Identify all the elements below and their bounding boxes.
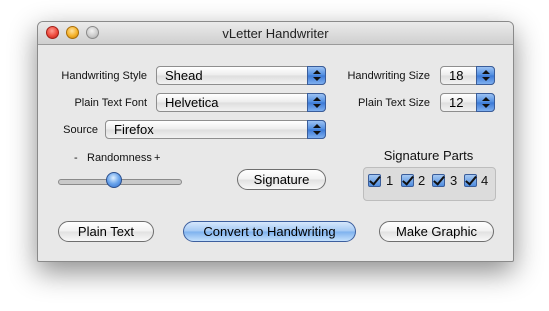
plain-text-size-popup[interactable]: 12: [440, 93, 495, 112]
randomness-slider-knob[interactable]: [105, 172, 122, 188]
signature-part-3-label: 3: [450, 173, 458, 188]
window-title: vLetter Handwriter: [222, 26, 329, 41]
checkmark-icon: [433, 173, 445, 186]
popup-arrows-icon: [307, 120, 326, 139]
signature-parts-title: Signature Parts: [383, 148, 474, 163]
checkmark-icon: [402, 173, 414, 186]
signature-part-1-label: 1: [386, 173, 394, 188]
signature-part-3-checkbox[interactable]: [432, 173, 445, 187]
handwriting-style-popup[interactable]: Shead: [156, 66, 326, 85]
source-value: Firefox: [114, 122, 154, 137]
plain-text-size-label: Plain Text Size: [358, 97, 430, 109]
plain-text-button[interactable]: Plain Text: [58, 221, 154, 242]
signature-button[interactable]: Signature: [237, 169, 326, 190]
handwriting-size-popup[interactable]: 18: [440, 66, 495, 85]
randomness-minus: -: [74, 152, 78, 164]
popup-arrows-icon: [307, 66, 326, 85]
checkmark-icon: [369, 173, 381, 186]
signature-part-2-checkbox[interactable]: [401, 173, 414, 187]
handwriting-size-value: 18: [449, 68, 464, 83]
source-label: Source: [63, 124, 98, 136]
popup-arrows-icon: [476, 66, 495, 85]
handwriting-style-value: Shead: [165, 68, 203, 83]
plain-text-font-value: Helvetica: [165, 95, 219, 110]
make-graphic-button[interactable]: Make Graphic: [379, 221, 494, 242]
handwriting-size-label: Handwriting Size: [347, 70, 430, 82]
signature-part-4-label: 4: [481, 173, 489, 188]
randomness-plus: +: [154, 152, 161, 164]
checkmark-icon: [465, 173, 477, 186]
plain-text-font-label: Plain Text Font: [74, 97, 147, 109]
plain-text-size-value: 12: [449, 95, 464, 110]
randomness-label: Randomness: [87, 152, 152, 164]
popup-arrows-icon: [476, 93, 495, 112]
plain-text-font-popup[interactable]: Helvetica: [156, 93, 326, 112]
app-window: vLetter Handwriter Handwriting Style She…: [37, 21, 514, 262]
signature-part-2-label: 2: [418, 173, 426, 188]
signature-part-1-checkbox[interactable]: [368, 173, 381, 187]
handwriting-style-label: Handwriting Style: [61, 70, 147, 82]
signature-part-4-checkbox[interactable]: [464, 173, 477, 187]
title-bar[interactable]: vLetter Handwriter: [38, 22, 513, 45]
source-popup[interactable]: Firefox: [105, 120, 326, 139]
convert-to-handwriting-button[interactable]: Convert to Handwriting: [183, 221, 356, 242]
popup-arrows-icon: [307, 93, 326, 112]
